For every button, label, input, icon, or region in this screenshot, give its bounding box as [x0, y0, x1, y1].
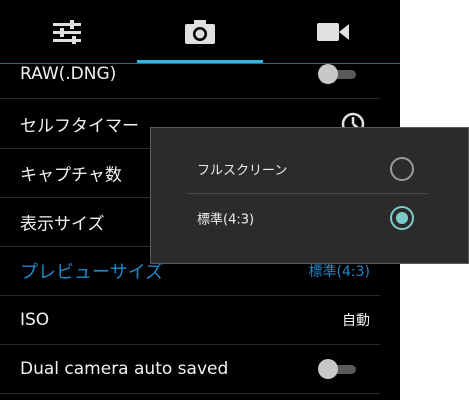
setting-label: 表示サイズ [20, 214, 105, 234]
camera-icon [184, 20, 215, 44]
radio-dot [396, 212, 408, 224]
option-fullscreen[interactable]: フルスクリーン [151, 145, 468, 193]
setting-label: RAW(.DNG) [20, 64, 117, 84]
sliders-icon [52, 20, 81, 44]
setting-label: ISO [20, 309, 50, 330]
setting-dual-camera-auto-saved[interactable]: Dual camera auto saved [0, 344, 380, 394]
option-standard-4-3[interactable]: 標準(4:3) [151, 194, 468, 242]
setting-label: キャプチャ数 [20, 165, 122, 185]
option-label: フルスクリーン [197, 163, 288, 179]
video-camera-icon [316, 23, 349, 41]
setting-label: プレビューサイズ [20, 261, 164, 283]
preview-size-dialog: フルスクリーン 標準(4:3) [150, 127, 469, 264]
toggle-thumb [318, 358, 338, 379]
setting-label: セルフタイマー [20, 116, 139, 136]
dual-camera-toggle[interactable] [318, 358, 356, 379]
radio-button[interactable] [390, 157, 414, 181]
raw-dng-toggle[interactable] [318, 64, 356, 84]
setting-label: Dual camera auto saved [20, 358, 229, 379]
setting-iso[interactable]: ISO 自動 [0, 295, 380, 345]
radio-button-selected[interactable] [390, 206, 414, 230]
setting-value: 自動 [342, 312, 370, 329]
option-label: 標準(4:3) [197, 212, 255, 228]
setting-raw-dng[interactable]: RAW(.DNG) [0, 50, 380, 99]
toggle-thumb [318, 64, 338, 84]
